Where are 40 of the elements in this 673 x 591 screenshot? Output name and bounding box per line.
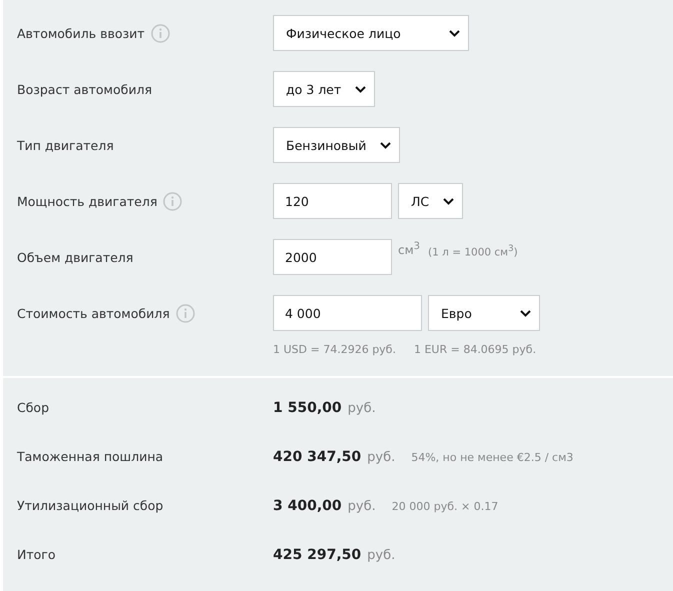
chevron-down-icon [355,86,366,92]
currency-label: руб. [367,548,396,563]
dropdown[interactable]: Евро [428,295,540,331]
exchange-rate: 1 USD = 74.2926 руб. [273,343,396,356]
info-icon[interactable] [150,24,170,42]
field-label: Объем двигателя [17,250,134,264]
dropdown[interactable]: Бензиновый [273,127,400,163]
dropdown[interactable]: до 3 лет [273,71,376,107]
input-field[interactable]: 120 [273,183,392,219]
chevron-down-icon [380,142,392,148]
formula-note: 54%, но не менее €2.5 / см3 [411,451,574,464]
dropdown[interactable]: Физическое лицо [273,15,469,51]
result-label: Сбор [17,400,50,415]
field-label: Возраст автомобиля [17,82,152,96]
currency-label: руб. [348,499,376,514]
field-label: Тип двигателя [17,138,114,152]
input-field[interactable]: 4 000 [273,295,422,331]
result-label: Утилизационный сбор [17,498,164,513]
field-label: Автомобиль ввозит [17,26,145,40]
formula-note: 20 000 руб. × 0.17 [392,500,498,513]
info-icon[interactable] [163,192,182,210]
field-label: Мощность двигателя [17,194,158,208]
amount-value: 3 400,00 [273,498,342,514]
chevron-down-icon [443,198,454,204]
currency-label: руб. [367,450,396,465]
note-text: (1 л = 1000 см$^{3}$) [428,244,518,258]
chevron-down-icon [520,310,531,316]
dropdown[interactable]: ЛС [398,183,464,219]
amount-value: 420 347,50 [273,449,362,465]
exchange-rate: 1 EUR = 84.0695 руб. [414,343,536,356]
amount-value: 425 297,50 [273,547,362,563]
input-field[interactable]: 2000 [273,239,392,275]
field-label: Стоимость автомобиля [17,306,170,320]
chevron-down-icon [448,30,460,36]
result-label: Итого [17,547,56,562]
info-icon[interactable] [176,304,195,322]
unit-label: см$^{3}$ [398,241,420,257]
amount-value: 1 550,00 [273,400,342,416]
result-label: Таможенная пошлина [17,449,164,464]
currency-label: руб. [348,401,376,416]
